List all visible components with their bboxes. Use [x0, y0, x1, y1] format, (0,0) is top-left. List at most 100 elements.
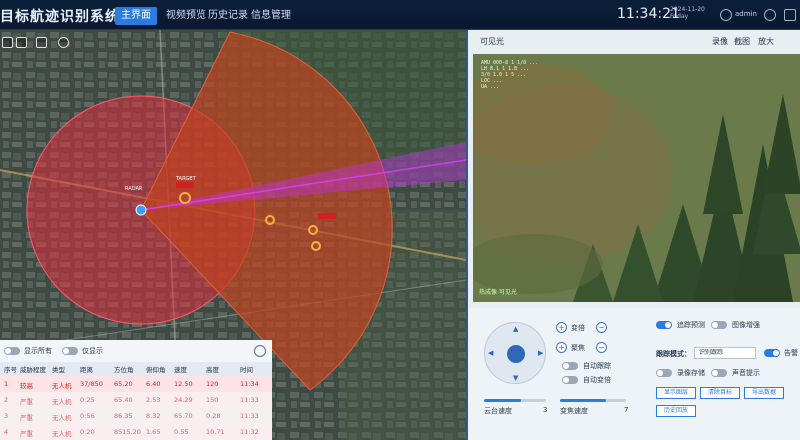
col-header: 序号 — [4, 366, 17, 374]
pan-speed-label: 云台速度 — [484, 407, 512, 415]
map-tool-locate-icon[interactable] — [2, 37, 13, 48]
target-table-panel: 显示所有 仅显示 序号 威胁程度 类型 距离 方位角 俯仰角 速度 高度 时间 … — [0, 340, 272, 440]
table-cell: 严重 — [20, 414, 33, 422]
focus-out-button[interactable]: − — [596, 342, 607, 353]
track-mode-label: 跟踪模式： — [656, 350, 691, 358]
auto-track-toggle[interactable] — [562, 362, 578, 370]
table-cell: 4 — [4, 428, 9, 436]
table-cell: 86.35 — [114, 412, 133, 420]
show-all-toggle[interactable] — [4, 347, 20, 355]
table-toolbar: 显示所有 仅显示 — [0, 340, 272, 362]
zoom-out-button[interactable]: − — [596, 322, 607, 333]
focus-label: 聚焦 — [571, 344, 585, 352]
radar-label: RADAR — [125, 186, 143, 192]
col-header: 速度 — [174, 366, 187, 374]
track-prediction-label: 追踪预测 — [677, 321, 705, 329]
table-cell: 0:25 — [80, 396, 95, 404]
map-tool-globe-icon[interactable] — [58, 37, 69, 48]
pan-speed-fill — [484, 399, 522, 402]
table-cell: 无人机 — [52, 414, 72, 422]
user-name: admin — [735, 10, 757, 18]
track-mode-select[interactable]: 识别跟踪 — [694, 347, 756, 359]
table-row[interactable]: 1 较高 无人机 37/850 65.20 6.40 12.50 120 11:… — [0, 376, 272, 392]
table-cell: 无人机 — [52, 430, 72, 438]
table-cell: 2.53 — [146, 396, 161, 404]
table-cell: 11:34 — [240, 380, 259, 388]
show-only-toggle[interactable] — [62, 347, 78, 355]
history-playback-button[interactable]: 历史回放 — [656, 405, 696, 417]
map-tool-measure-icon[interactable] — [16, 37, 27, 48]
pan-speed-value: 3 — [543, 406, 548, 414]
control-panel: ▲ ▼ ◀ ▶ + 变倍 − + 聚焦 − 自动跟踪 自动变倍 云台速度 3 变… — [466, 308, 800, 440]
ptz-right-icon[interactable]: ▶ — [538, 349, 543, 357]
date-display: 2024-11-20 Friday — [670, 6, 705, 20]
col-header: 方位角 — [114, 366, 134, 374]
table-cell: 0.28 — [206, 412, 221, 420]
alarm-label: 告警 — [784, 349, 798, 357]
record-storage-toggle[interactable] — [656, 369, 672, 377]
focus-in-button[interactable]: + — [556, 342, 567, 353]
menu-icon[interactable] — [784, 9, 796, 21]
map-tool-layers-icon[interactable] — [36, 37, 47, 48]
video-panel: 可见光 录像 截图 放大 AMU 000-8 1 1/8 ... LH B.1 … — [466, 30, 800, 308]
table-cell: 65.20 — [114, 380, 133, 388]
collapse-icon[interactable] — [254, 345, 266, 357]
table-cell: 0:20 — [80, 428, 95, 436]
table-cell: 较高 — [20, 382, 33, 390]
tab-main[interactable]: 主界面 — [115, 7, 157, 25]
col-header: 距离 — [80, 366, 93, 374]
table-cell: 无人机 — [52, 382, 72, 390]
table-cell: 0:56 — [80, 412, 95, 420]
zoom-in-button[interactable]: + — [556, 322, 567, 333]
settings-gear-icon[interactable] — [764, 9, 776, 21]
video-source-tag: 热成像 可见光 — [479, 289, 517, 296]
table-cell: 12.50 — [174, 380, 193, 388]
alarm-toggle[interactable] — [764, 349, 780, 357]
zoom-label: 变倍 — [571, 324, 585, 332]
table-cell: 1.65 — [146, 428, 161, 436]
zoom-speed-value: 7 — [624, 406, 629, 414]
table-cell: 65.40 — [114, 396, 133, 404]
snapshot-button[interactable]: 截图 — [734, 30, 750, 54]
auto-zoom-toggle[interactable] — [562, 376, 578, 384]
pan-speed-slider[interactable] — [484, 399, 546, 402]
table-cell: 65.70 — [174, 412, 193, 420]
table-cell: 1 — [4, 380, 9, 388]
record-button[interactable]: 录像 — [712, 30, 728, 54]
osd-line: UA ... — [481, 84, 500, 90]
table-cell: 11:33 — [240, 396, 259, 404]
enlarge-button[interactable]: 放大 — [758, 30, 774, 54]
zoom-speed-label: 变焦速度 — [560, 407, 588, 415]
col-header: 时间 — [240, 366, 253, 374]
table-cell: 无人机 — [52, 398, 72, 406]
ptz-up-icon[interactable]: ▲ — [513, 325, 518, 333]
table-cell: 10.71 — [206, 428, 225, 436]
table-cell: 37/850 — [80, 380, 103, 388]
sound-alert-toggle[interactable] — [711, 369, 727, 377]
top-bar: 目标航迹识别系统 主界面 视频预览 历史记录 信息管理 11:34:21 202… — [0, 0, 800, 30]
col-header: 高度 — [206, 366, 219, 374]
clear-target-button[interactable]: 清除目标 — [700, 387, 740, 399]
video-osd: AMU 000-8 1 1/8 ... LH B.1 1 1.B ... 3/0… — [481, 60, 538, 90]
table-row[interactable]: 2 严重 无人机 0:25 65.40 2.53 24.29 150 11:33 — [0, 392, 272, 408]
sound-alert-label: 声音提示 — [732, 369, 760, 377]
col-header: 类型 — [52, 366, 65, 374]
ptz-home-icon[interactable] — [507, 345, 525, 363]
table-row[interactable]: 4 严重 无人机 0:20 8515.20 1.65 0.55 10.71 11… — [0, 424, 272, 440]
auto-zoom-label: 自动变倍 — [583, 376, 611, 384]
ptz-down-icon[interactable]: ▼ — [513, 374, 518, 382]
image-enhance-label: 图像增强 — [732, 321, 760, 329]
ptz-dial[interactable]: ▲ ▼ ◀ ▶ — [484, 322, 546, 384]
table-cell: 150 — [206, 396, 219, 404]
ptz-left-icon[interactable]: ◀ — [488, 349, 493, 357]
user-avatar-icon[interactable] — [720, 9, 732, 21]
zoom-speed-slider[interactable] — [560, 399, 626, 402]
tab-info-management[interactable]: 信息管理 — [245, 7, 297, 25]
track-prediction-toggle[interactable] — [656, 321, 672, 329]
export-data-button[interactable]: 导出数据 — [744, 387, 784, 399]
video-feed[interactable]: AMU 000-8 1 1/8 ... LH B.1 1 1.B ... 3/0… — [473, 54, 800, 302]
table-row[interactable]: 3 严重 无人机 0:56 86.35 8.32 65.70 0.28 11:3… — [0, 408, 272, 424]
show-layer-button[interactable]: 显示图层 — [656, 387, 696, 399]
image-enhance-toggle[interactable] — [711, 321, 727, 329]
auto-track-label: 自动跟踪 — [583, 362, 611, 370]
